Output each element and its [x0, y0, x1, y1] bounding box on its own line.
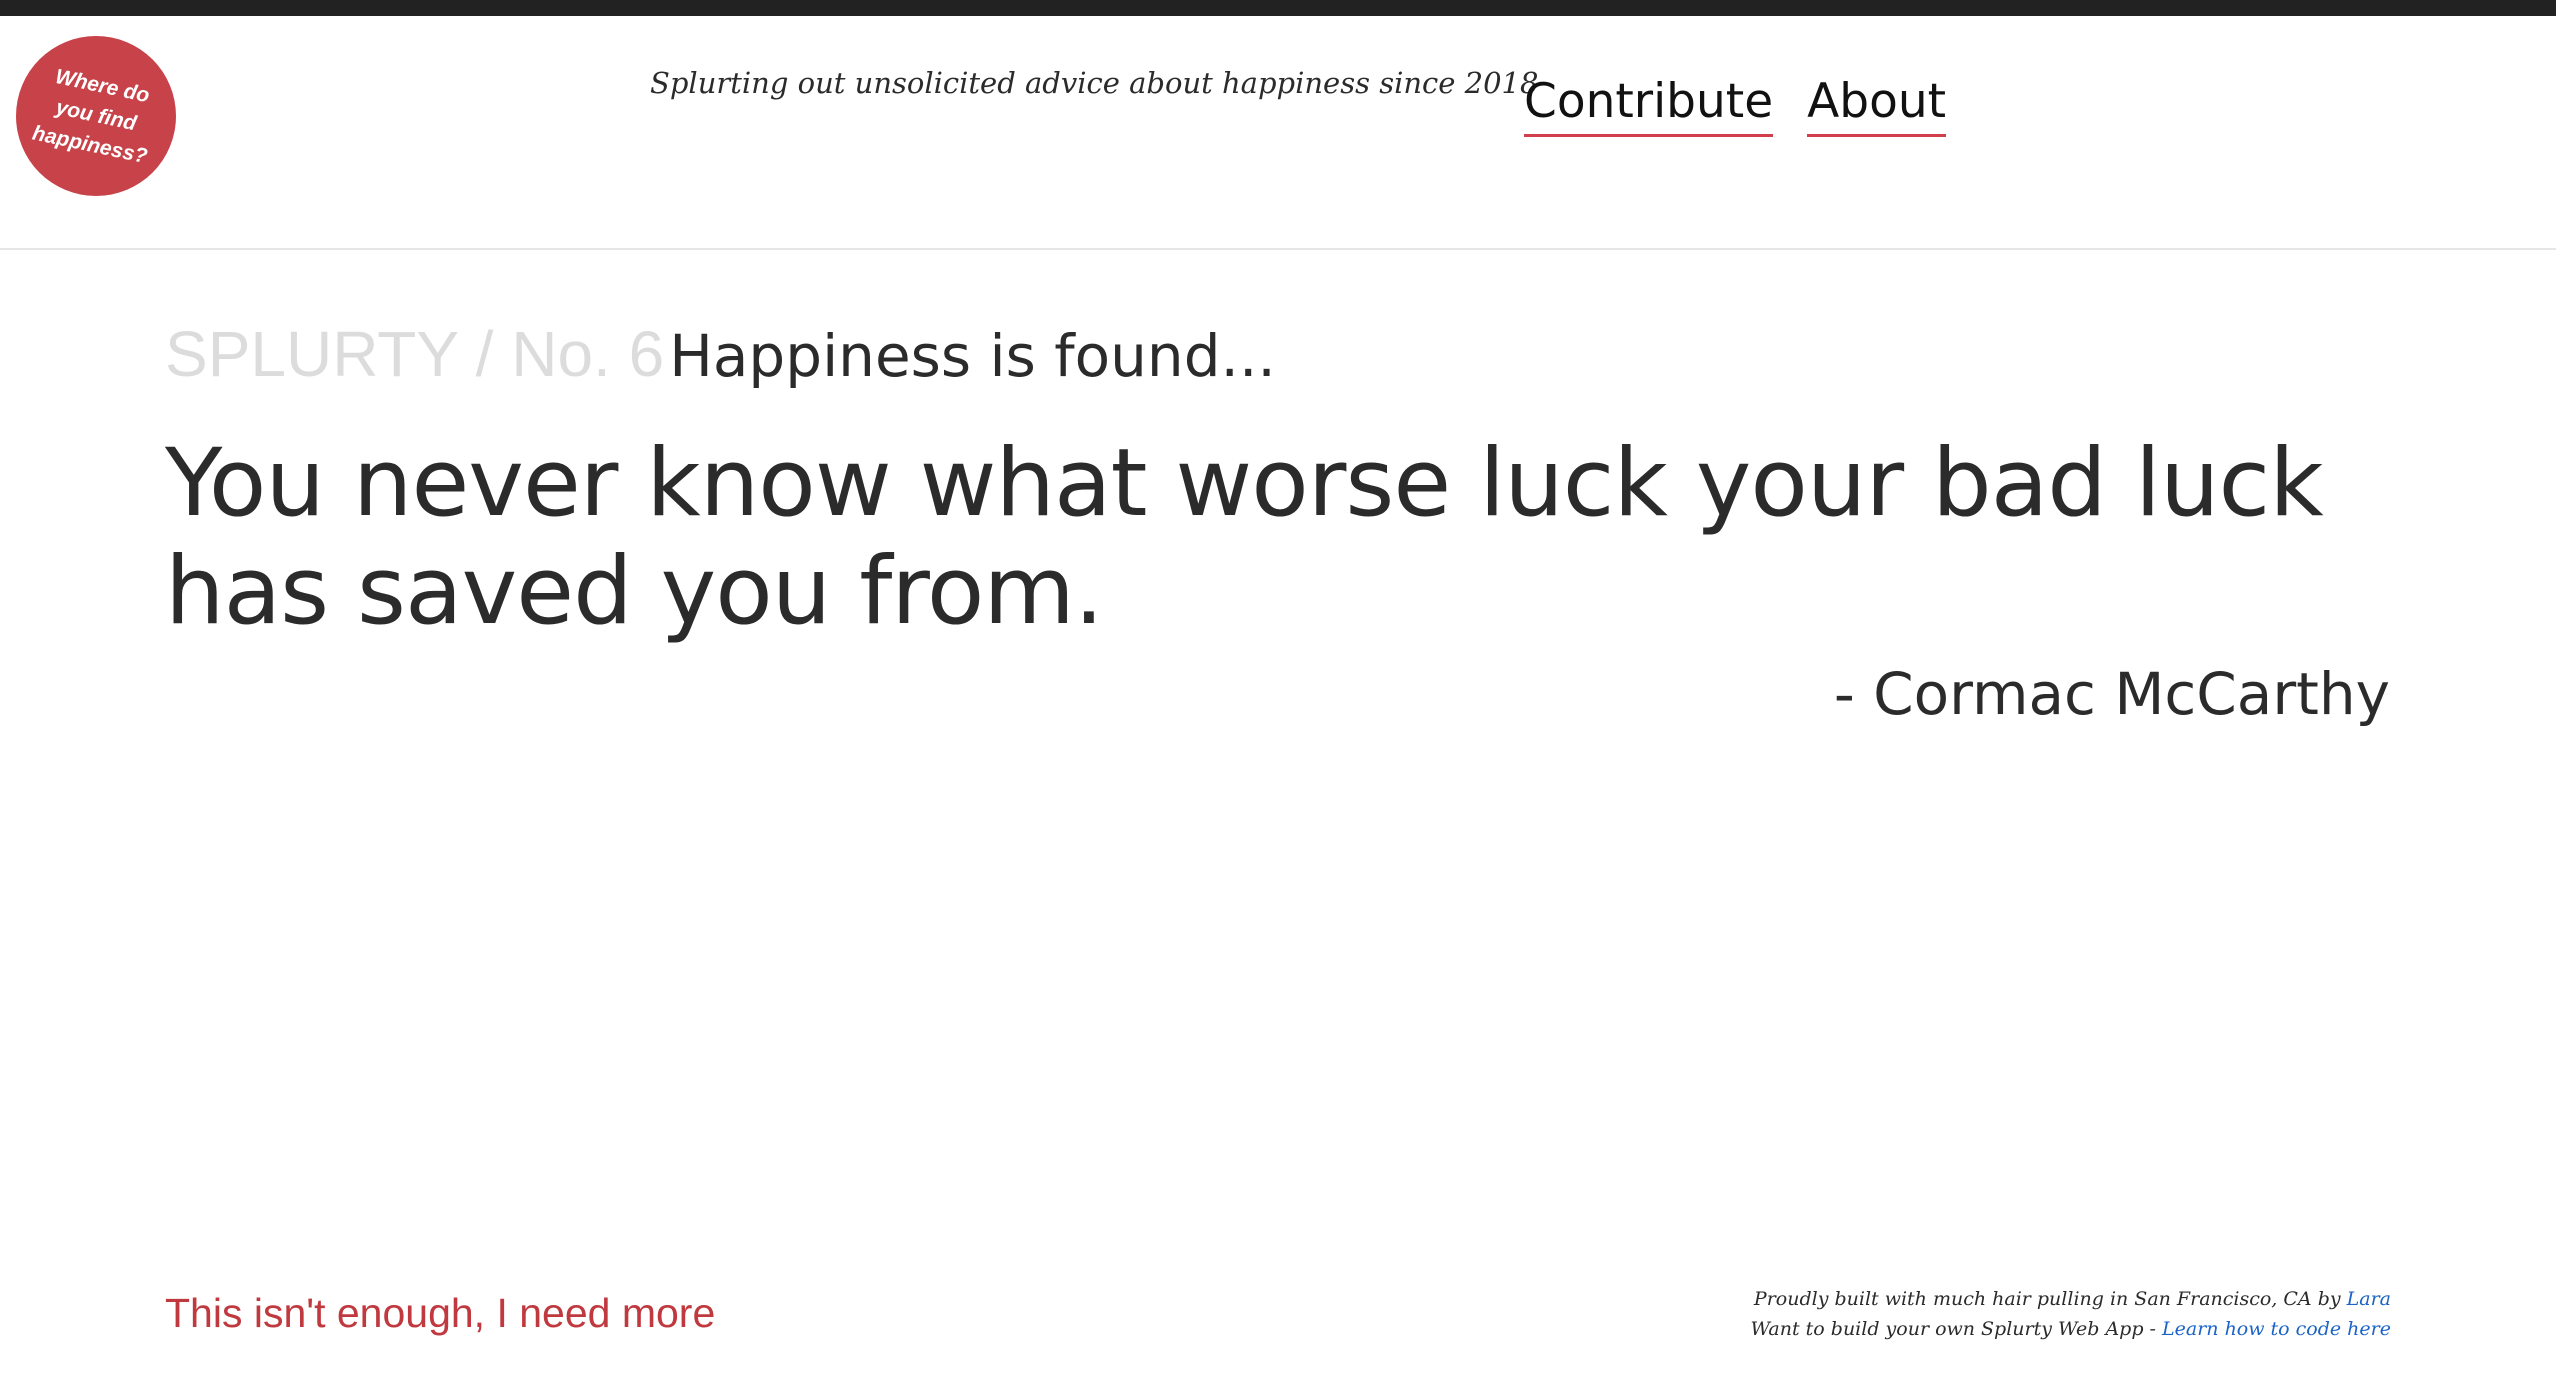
- more-splurty-link[interactable]: This isn't enough, I need more: [165, 1290, 715, 1337]
- footer-credit-text: Proudly built with much hair pulling in …: [1753, 1288, 2341, 1310]
- splurty-author: - Cormac McCarthy: [1833, 660, 2390, 728]
- splurty-heading: Happiness is found...: [669, 322, 1276, 390]
- nav-link-about[interactable]: About: [1807, 74, 1947, 138]
- site-header: Where do you find happiness? Splurting o…: [0, 16, 2556, 250]
- footer-learn-line: Want to build your own Splurty Web App -…: [1751, 1314, 2391, 1344]
- splurty-kicker: SPLURTY / No. 6 Happiness is found...: [165, 322, 2390, 386]
- logo-text: Where do you find happiness?: [30, 64, 152, 169]
- splurty-number: SPLURTY / No. 6: [165, 318, 665, 390]
- main-nav: Contribute About: [1524, 74, 1947, 138]
- footer-author-link[interactable]: Lara: [2347, 1288, 2391, 1310]
- footer-learn-link[interactable]: Learn how to code here: [2162, 1318, 2391, 1340]
- nav-link-contribute[interactable]: Contribute: [1524, 74, 1774, 138]
- splurty-card: SPLURTY / No. 6 Happiness is found... Yo…: [165, 322, 2390, 728]
- footer-credit-line: Proudly built with much hair pulling in …: [1751, 1284, 2391, 1314]
- logo-badge[interactable]: Where do you find happiness?: [16, 36, 176, 196]
- site-tagline: Splurting out unsolicited advice about h…: [650, 66, 1539, 100]
- footer-learn-text: Want to build your own Splurty Web App -: [1750, 1318, 2156, 1340]
- splurty-quote: You never know what worse luck your bad …: [165, 429, 2324, 646]
- top-bar: [0, 0, 2556, 16]
- site-footer: Proudly built with much hair pulling in …: [1751, 1284, 2391, 1344]
